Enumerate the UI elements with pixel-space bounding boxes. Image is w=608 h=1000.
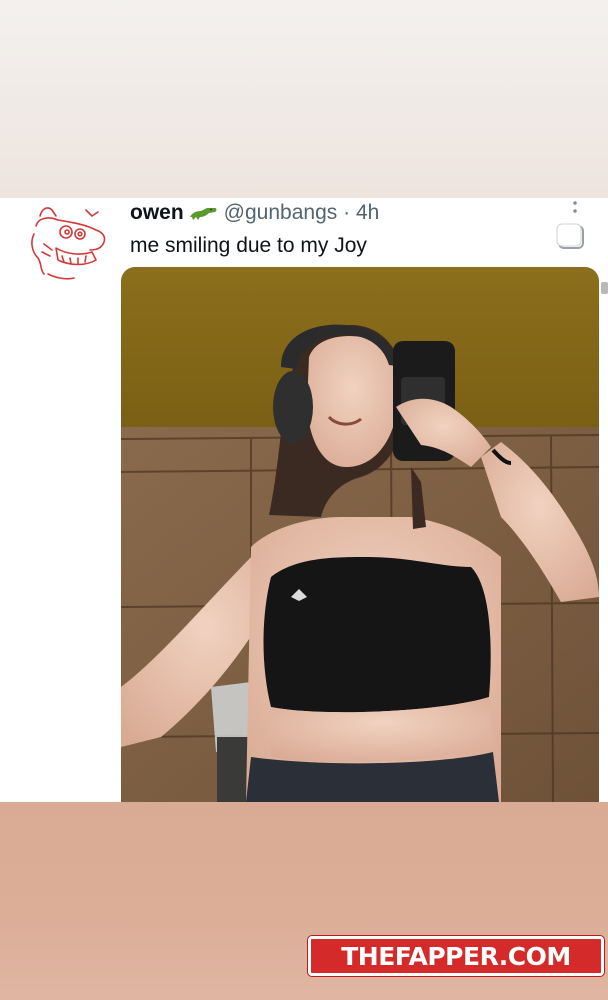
story-background-top [0, 0, 608, 198]
timestamp[interactable]: 4h [356, 201, 379, 224]
tweet-text: me smiling due to my Joy [130, 234, 367, 257]
tweet-card[interactable]: owen @gunbangs · 4h me smiling due to my… [0, 198, 608, 802]
tweet-header: owen @gunbangs · 4h [130, 201, 379, 225]
display-name[interactable]: owen [130, 201, 184, 224]
user-handle[interactable]: @gunbangs [224, 201, 338, 224]
more-options-icon[interactable] [570, 200, 580, 222]
tweet-photo[interactable] [121, 267, 599, 802]
share-icon[interactable] [556, 222, 588, 250]
separator-dot: · [343, 201, 351, 224]
scrollbar[interactable] [601, 282, 608, 294]
watermark-logo: THEFAPPER.COM [308, 936, 604, 976]
crocodile-emoji-icon [189, 208, 217, 221]
avatar[interactable] [26, 204, 112, 284]
